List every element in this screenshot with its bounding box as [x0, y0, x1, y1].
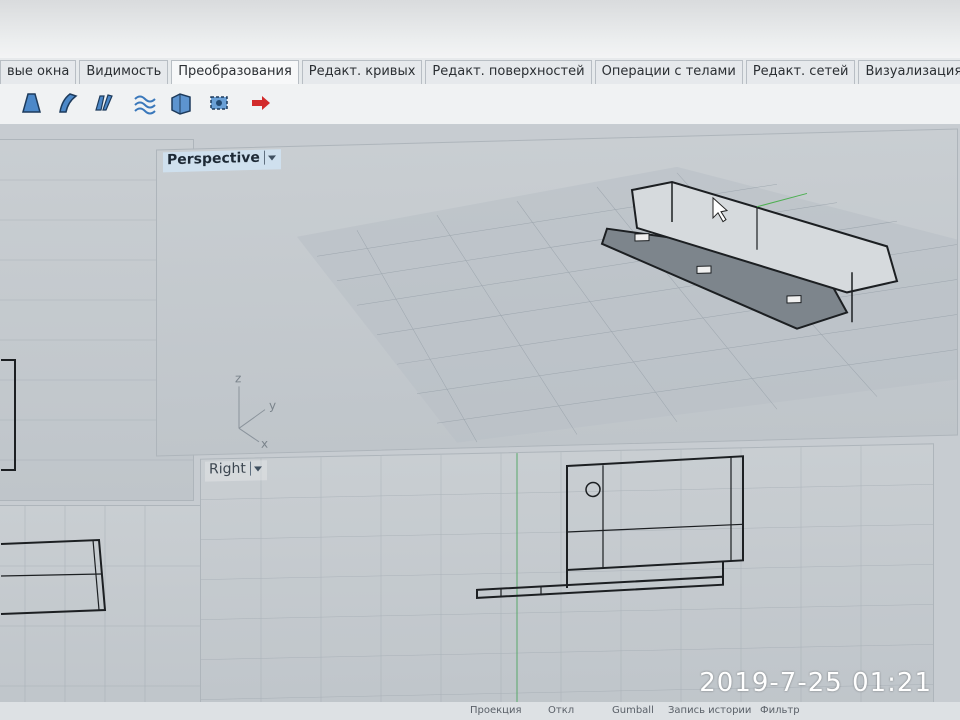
drawing-bottom-left — [0, 506, 205, 720]
status-gumball[interactable]: Gumball — [612, 705, 654, 716]
ribbon-tabs: вые окна Видимость Преобразования Редакт… — [0, 60, 960, 85]
arrow-right-icon[interactable] — [248, 90, 274, 116]
axis-x-label: x — [261, 437, 268, 451]
status-bar: Проекция Откл Gumball Запись истории Фил… — [0, 702, 960, 720]
status-filter[interactable]: Фильтр — [760, 705, 800, 716]
tab-transform[interactable]: Преобразования — [171, 60, 299, 85]
status-off[interactable]: Откл — [548, 705, 574, 716]
tab-visibility[interactable]: Видимость — [79, 60, 169, 85]
transform-toolbar — [0, 84, 960, 125]
chevron-down-icon[interactable] — [263, 150, 277, 165]
tab-viewports[interactable]: вые окна — [0, 60, 77, 85]
monitor-screen: вые окна Видимость Преобразования Редакт… — [0, 0, 960, 720]
tab-curve-edit[interactable]: Редакт. кривых — [301, 60, 423, 85]
viewport-label-perspective[interactable]: Perspective — [163, 149, 281, 173]
status-projection[interactable]: Проекция — [470, 705, 522, 716]
flow-icon[interactable] — [132, 90, 158, 116]
window-top-area — [0, 0, 960, 58]
tab-solid-tools[interactable]: Операции с телами — [594, 60, 743, 85]
axis-z-label: z — [235, 371, 241, 385]
perspective-scene: z y x — [235, 166, 958, 451]
viewport-label-right[interactable]: Right — [205, 460, 267, 482]
tab-surface-edit[interactable]: Редакт. поверхностей — [425, 60, 592, 85]
axis-y-label: y — [269, 398, 276, 412]
bevel-icon[interactable] — [18, 90, 44, 116]
tab-render[interactable]: Визуализация — [858, 60, 960, 85]
box-edit-icon[interactable] — [168, 90, 194, 116]
bend-icon[interactable] — [54, 90, 80, 116]
status-history[interactable]: Запись истории — [668, 705, 751, 716]
photo-timestamp: 2019-7-25 01:21 — [699, 668, 932, 698]
viewport-bottom-left[interactable] — [0, 505, 206, 720]
chevron-down-icon[interactable] — [249, 461, 263, 476]
viewport-perspective[interactable]: Perspective z y x — [156, 128, 958, 457]
twist-icon[interactable] — [90, 90, 116, 116]
viewport-area: Perspective z y x Right — [0, 125, 960, 720]
tab-mesh-edit[interactable]: Редакт. сетей — [745, 60, 856, 85]
gumball-box-icon[interactable] — [206, 90, 232, 116]
